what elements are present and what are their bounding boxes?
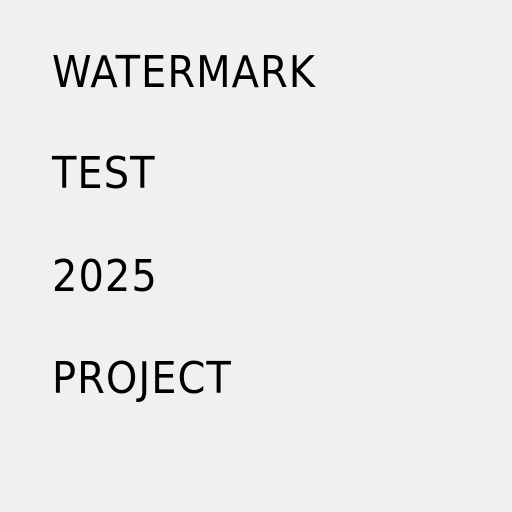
text-line-test: TEST [52,148,156,199]
text-line-project: PROJECT [52,353,232,404]
text-canvas: WATERMARK TEST 2025 PROJECT [0,0,512,512]
text-line-watermark: WATERMARK [52,47,317,98]
text-line-year: 2025 [52,251,158,302]
